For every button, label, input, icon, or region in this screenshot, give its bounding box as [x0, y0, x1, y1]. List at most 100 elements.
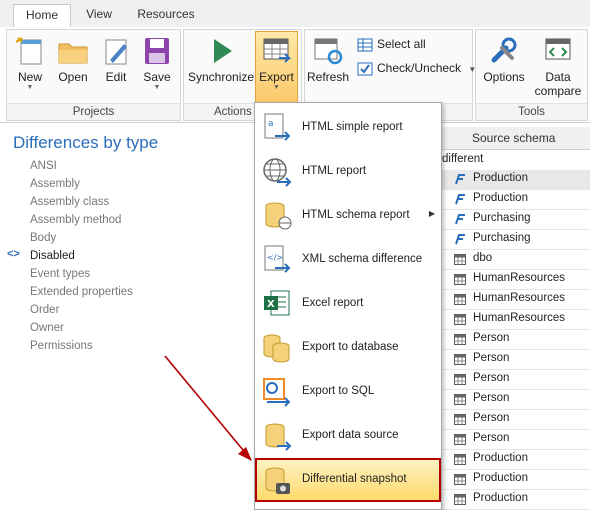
edit-icon	[105, 39, 127, 65]
wrench-icon	[491, 37, 517, 63]
sql-export-icon	[263, 378, 291, 407]
source-schema-cell: Person	[473, 372, 510, 384]
synchronize-button[interactable]: Synchronize	[188, 32, 254, 98]
tools-group: Options Data compare Tools	[475, 29, 588, 121]
data-compare-button[interactable]: Data compare	[532, 32, 584, 98]
refresh-icon	[314, 38, 343, 65]
synchronize-label: Synchronize	[188, 70, 255, 84]
source-schema-cell: Person	[473, 412, 510, 424]
list-item[interactable]: Permissions	[30, 337, 133, 355]
list-item[interactable]: Assembly method	[30, 211, 133, 229]
database-export-icon	[263, 334, 290, 363]
list-item[interactable]: ANSI	[30, 157, 133, 175]
list-item[interactable]: Event types	[30, 265, 133, 283]
excel-icon: X	[264, 290, 290, 316]
source-schema-cell: HumanResources	[473, 312, 566, 324]
data-compare-label-line1: Data	[545, 70, 571, 84]
floppy-disk-icon	[145, 38, 169, 64]
select-all-button[interactable]: Select all	[357, 34, 426, 54]
menu-item-export-to-database[interactable]: Export to database	[255, 326, 441, 370]
source-schema-cell: dbo	[473, 252, 493, 264]
menu-item-export-to-sql[interactable]: Export to SQL	[255, 370, 441, 414]
globe-icon	[263, 158, 292, 187]
table-icon	[454, 314, 466, 325]
table-icon	[454, 274, 466, 285]
list-item-selected[interactable]: Disabled	[30, 247, 133, 265]
tools-group-label: Tools	[476, 103, 587, 120]
table-icon	[454, 494, 466, 505]
export-table-icon	[263, 38, 291, 63]
open-label: Open	[58, 70, 88, 84]
menu-item-differential-snapshot[interactable]: Differential snapshot	[255, 458, 441, 502]
list-item[interactable]: Assembly	[30, 175, 133, 193]
refresh-label: Refresh	[307, 70, 350, 84]
tab-resources[interactable]: Resources	[128, 4, 204, 26]
play-icon	[214, 39, 232, 63]
source-schema-cell: Person	[473, 332, 510, 344]
source-schema-cell: Production	[473, 492, 528, 504]
open-button[interactable]: Open	[54, 32, 92, 98]
check-uncheck-button[interactable]: Check/Uncheck ▼	[357, 58, 476, 78]
code-brackets-icon: <>	[7, 248, 20, 260]
check-uncheck-label: Check/Uncheck	[377, 61, 462, 75]
data-compare-label-line2: compare	[534, 84, 582, 98]
save-button[interactable]: Save ▼	[138, 32, 176, 98]
menu-item-label: HTML simple report	[302, 121, 403, 133]
table-icon	[454, 294, 466, 305]
projects-group-label: Projects	[7, 103, 180, 120]
list-item[interactable]: Extended properties	[30, 283, 133, 301]
source-schema-cell: Purchasing	[473, 232, 531, 244]
menu-item-label: XML schema difference	[302, 253, 423, 265]
menu-item-label: Excel report	[302, 297, 364, 309]
ribbon-tabs: Home View Resources	[0, 0, 590, 28]
new-label: New	[17, 70, 42, 84]
menu-item-xml-schema-difference[interactable]: </> XML schema difference	[255, 238, 441, 282]
data-compare-label: Data compare	[532, 70, 584, 98]
function-icon	[455, 174, 465, 185]
menu-item-export-data-source[interactable]: Export data source	[255, 414, 441, 458]
svg-text:</>: </>	[267, 253, 283, 262]
edit-button[interactable]: Edit	[97, 32, 135, 98]
source-schema-cell: Person	[473, 392, 510, 404]
new-file-icon	[15, 37, 42, 65]
menu-item-excel-report[interactable]: X Excel report	[255, 282, 441, 326]
source-schema-cell: Purchasing	[473, 212, 531, 224]
refresh-button[interactable]: Refresh	[307, 32, 349, 98]
menu-item-html-simple-report[interactable]: a HTML simple report	[255, 106, 441, 150]
export-button[interactable]: Export ▼	[255, 31, 298, 104]
menu-item-label: Export to SQL	[302, 385, 375, 397]
tab-view[interactable]: View	[78, 4, 120, 26]
chevron-down-icon: ▼	[153, 84, 161, 91]
menu-item-label: Differential snapshot	[302, 473, 407, 485]
snapshot-icon	[265, 467, 290, 494]
table-icon	[454, 414, 466, 425]
options-button[interactable]: Options	[479, 32, 529, 98]
menu-item-html-schema-report[interactable]: HTML schema report ▶	[255, 194, 441, 238]
menu-item-html-report[interactable]: HTML report	[255, 150, 441, 194]
new-button[interactable]: New ▼	[11, 32, 49, 98]
list-item[interactable]: Body	[30, 229, 133, 247]
source-schema-cell: Production	[473, 452, 528, 464]
data-source-icon	[265, 423, 292, 451]
source-schema-cell: Production	[473, 192, 528, 204]
folder-icon	[58, 43, 88, 64]
list-item[interactable]: Owner	[30, 319, 133, 337]
table-icon	[454, 394, 466, 405]
group-row-label: different	[442, 153, 484, 165]
submenu-arrow-icon: ▶	[428, 209, 435, 218]
menu-item-label: Export data source	[302, 429, 399, 441]
source-schema-cell: Production	[473, 472, 528, 484]
save-label: Save	[143, 70, 171, 84]
list-item[interactable]: Order	[30, 301, 133, 319]
menu-item-label: Export to database	[302, 341, 399, 353]
source-schema-column-header[interactable]: Source schema	[472, 131, 555, 145]
table-icon	[454, 454, 466, 465]
panel-title: Differences by type	[13, 133, 159, 152]
xml-file-icon: </>	[264, 245, 291, 273]
tab-home[interactable]: Home	[13, 4, 71, 28]
data-compare-icon	[545, 38, 571, 60]
chevron-down-icon: ▼	[273, 84, 280, 91]
table-icon	[454, 374, 466, 385]
list-item[interactable]: Assembly class	[30, 193, 133, 211]
svg-text:a: a	[268, 119, 274, 129]
